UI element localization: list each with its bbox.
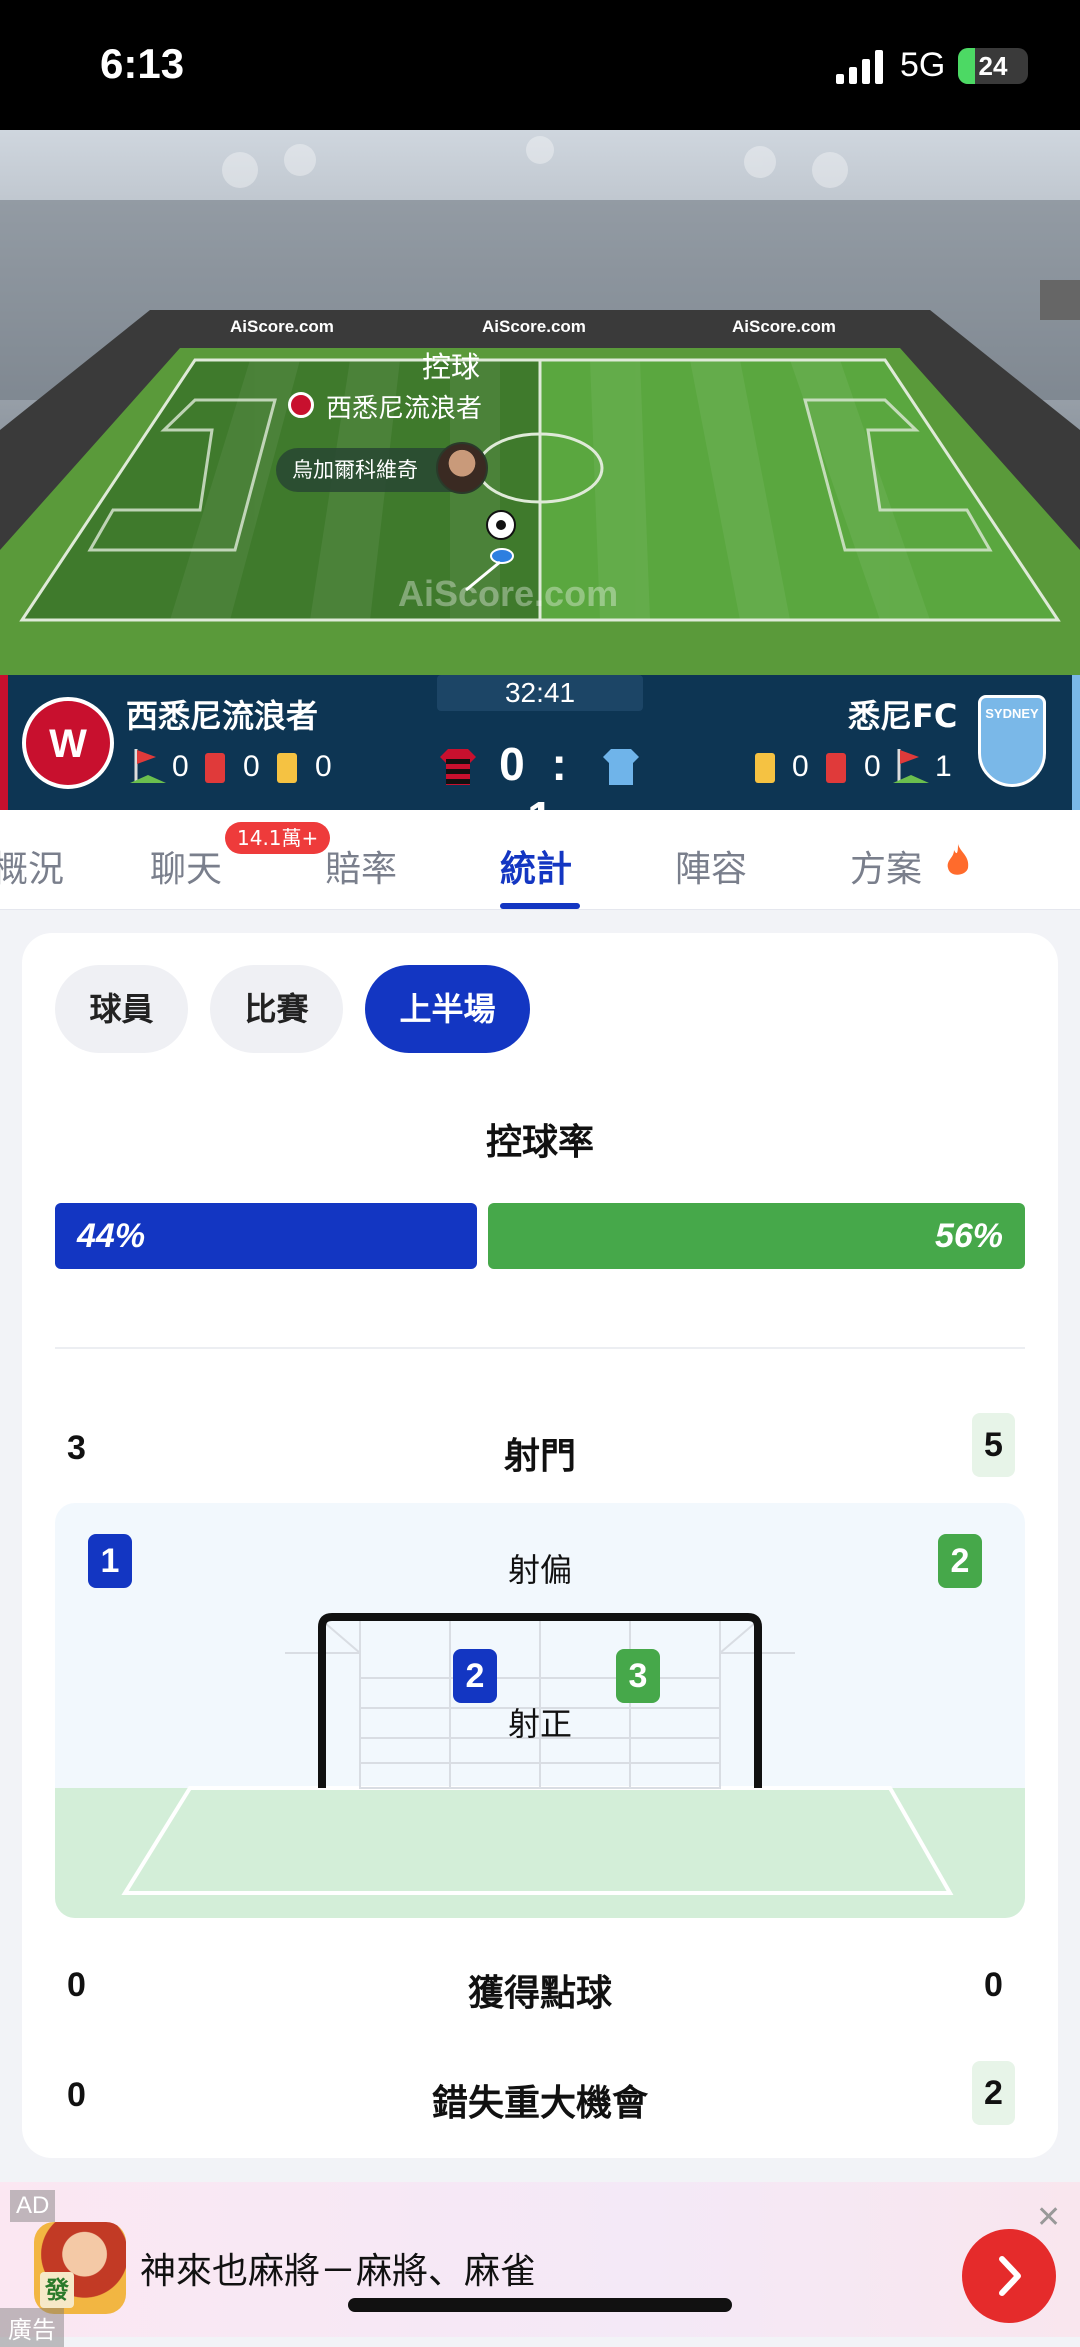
battery-icon: 24 [958,48,1028,84]
ad-text[interactable]: 神來也麻將－麻將、麻雀 [140,2242,536,2294]
yellow-card-icon [277,753,297,783]
corner-flag-icon [130,749,166,783]
network-type: 5G [900,46,946,84]
chevron-right-icon [999,2256,1021,2296]
possession-team: 西悉尼流浪者 [326,393,483,423]
tab-odds[interactable]: 賠率 [325,840,397,892]
possession-indicator: 控球 [422,352,481,384]
home-possession-bar: 44% [55,1203,477,1269]
off-target-label: 射偏 [507,1551,572,1589]
team-crest-icon [288,392,314,418]
ad-banner[interactable]: AD 發 神來也麻將－麻將、麻雀 ✕ 廣告 [0,2182,1080,2347]
away-big-chances-missed: 2 [972,2061,1015,2125]
away-jersey-icon [603,749,639,785]
signal-icon [836,50,883,84]
away-crest-text: SYDNEY [985,706,1039,721]
home-team-logo[interactable]: W [22,697,114,789]
tab-overview[interactable]: 概況 [0,840,64,892]
tab-stats[interactable]: 統計 [500,840,572,892]
home-jersey-icon [440,749,476,785]
away-possession-value: 56% [934,1217,1003,1255]
home-team-name[interactable]: 西悉尼流浪者 [126,691,318,737]
close-icon[interactable]: ✕ [1036,2200,1061,2235]
home-indicator[interactable] [348,2298,732,2312]
battery-level: 24 [978,51,1008,81]
divider [55,1347,1025,1349]
ad-tag: AD [10,2190,56,2222]
corner-flag-icon [893,749,929,783]
red-card-icon [826,753,846,783]
home-on-target: 2 [453,1649,497,1703]
away-off-target: 2 [938,1534,982,1588]
tab-lineup[interactable]: 陣容 [675,840,747,892]
away-possession-bar: 56% [488,1203,1025,1269]
match-clock: 32:41 [437,675,643,711]
fire-icon [947,844,969,875]
away-corners: 1 [935,750,952,783]
player-avatar [436,442,488,494]
away-team-name[interactable]: 悉尼FC [848,691,957,737]
home-possession-value: 44% [77,1217,146,1255]
sponsor-board: AiScore.com [482,317,586,336]
svg-text:W: W [49,722,87,766]
tab-plans[interactable]: 方案 [850,840,922,892]
active-tab-indicator [500,903,580,909]
ad-open-button[interactable] [962,2229,1056,2323]
penalties-label: 獲得點球 [467,1973,612,2014]
sponsor-board: AiScore.com [230,317,334,336]
home-corners: 0 [172,750,189,783]
chat-count-badge: 14.1萬+ [225,822,331,854]
home-score: 0 [499,738,525,790]
sponsor-board: AiScore.com [732,317,836,336]
player-name: 烏加爾科維奇 [292,458,418,482]
tab-chat[interactable]: 聊天 [150,840,222,892]
red-card-icon [205,753,225,783]
status-bar: 6:13 5G 24 [0,0,1080,130]
away-red-cards: 0 [864,750,881,783]
match-tracker-field: AiScore.com AiScore.com AiScore.com 控球 西… [0,130,1080,675]
status-time: 6:13 [100,40,185,87]
yellow-card-icon [755,753,775,783]
segment-match[interactable]: 比賽 [210,965,343,1053]
watermark: AiScore.com [398,573,619,614]
mahjong-tile-icon: 發 [40,2272,74,2308]
away-penalties: 0 [984,1966,1003,2004]
away-shots: 5 [972,1413,1015,1477]
segment-players[interactable]: 球員 [55,965,188,1053]
home-red-cards: 0 [243,750,260,783]
shots-label: 射門 [503,1436,576,1477]
possession-title: 控球率 [485,1122,594,1163]
away-on-target: 3 [616,1649,660,1703]
tab-bar: 概況 聊天 14.1萬+ 賠率 統計 陣容 方案 [0,810,1080,910]
stats-panel: 球員 比賽 上半場 控球率 44% 56% 3 射門 5 1 射偏 2 2 3 … [22,933,1058,2158]
shot-map: 1 射偏 2 2 3 射正 [55,1503,1025,1918]
big-chances-missed-label: 錯失重大機會 [431,2083,648,2124]
away-yellow-cards: 0 [792,750,809,783]
ad-label: 廣告 [0,2308,64,2347]
ad-app-icon[interactable]: 發 [34,2222,126,2314]
home-yellow-cards: 0 [315,750,332,783]
score-separator: : [551,738,567,790]
scoreboard: W 西悉尼流浪者 0 0 0 32:41 0 : 1 悉尼FC 0 0 1 SY… [0,675,1080,844]
segment-first-half[interactable]: 上半場 [365,965,530,1053]
away-team-logo[interactable]: SYDNEY [978,695,1046,787]
on-target-label: 射正 [507,1705,572,1743]
